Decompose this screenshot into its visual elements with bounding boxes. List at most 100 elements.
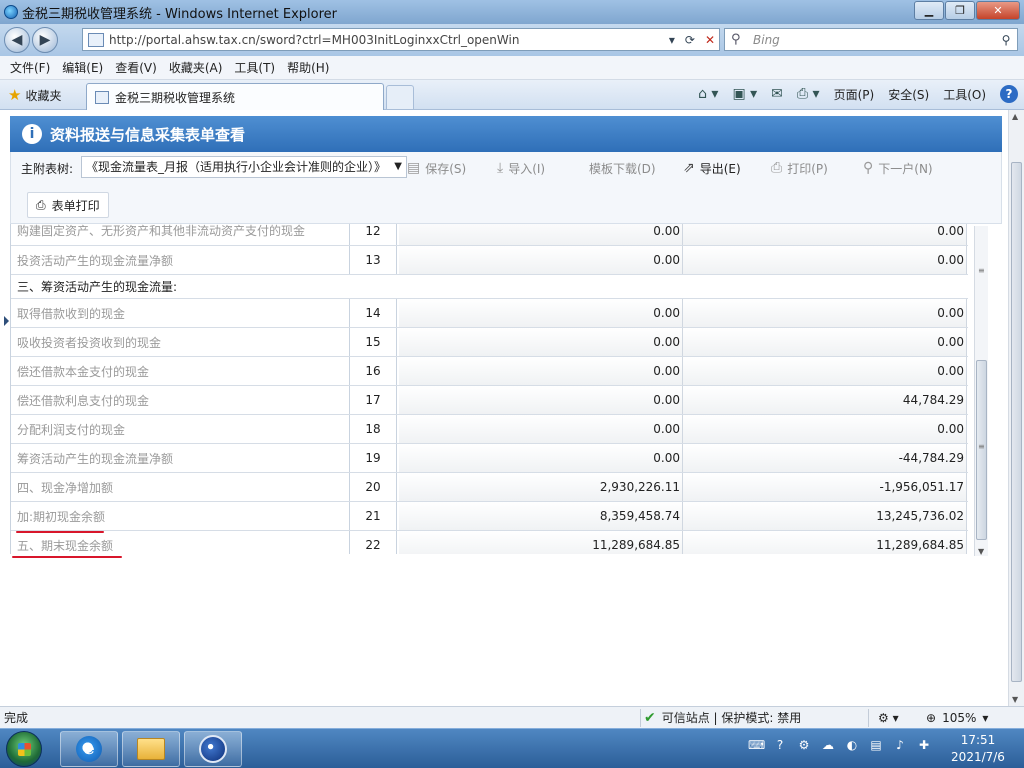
clock[interactable]: 17:51 2021/7/6 <box>944 732 1012 766</box>
row-value-current[interactable]: 8,359,458.74 <box>399 502 683 530</box>
table-row: 取得借款收到的现金 14 0.00 0.00 <box>11 299 968 328</box>
dropdown-icon[interactable]: ▾ <box>669 33 675 47</box>
clock-time: 17:51 <box>960 733 996 747</box>
gear-icon[interactable]: ⚙ <box>796 737 812 753</box>
search-input[interactable]: Bing <box>753 33 995 47</box>
trusted-sites-zone[interactable]: ✔ 可信站点 | 保护模式: 禁用 <box>644 709 801 726</box>
close-window-button[interactable]: ✕ <box>976 1 1020 20</box>
row-value-cumulative[interactable]: 0.00 <box>683 357 967 385</box>
menu-tools[interactable]: 工具(T) <box>230 59 283 76</box>
checkmark-icon: ✔ <box>644 709 656 726</box>
new-tab-button[interactable] <box>386 85 414 109</box>
row-value-cumulative[interactable]: 44,784.29 <box>683 386 967 414</box>
row-value-cumulative[interactable]: -44,784.29 <box>683 444 967 472</box>
row-name: 投资活动产生的现金流量净额 <box>17 253 174 268</box>
menu-edit[interactable]: 编辑(E) <box>58 59 111 76</box>
row-name: 购建固定资产、无形资产和其他非流动资产支付的现金 <box>17 224 306 238</box>
row-value-current[interactable]: 0.00 <box>399 224 683 245</box>
scroll-down-icon[interactable]: ▼ <box>978 547 984 556</box>
help-icon[interactable]: ? <box>772 737 788 753</box>
row-value-cumulative[interactable]: 0.00 <box>683 415 967 443</box>
add-icon[interactable]: ✚ <box>916 737 932 753</box>
taskbar-explorer-button[interactable] <box>122 731 180 767</box>
info-icon: i <box>22 124 42 144</box>
address-row: ◀ ▶ http://portal.ahsw.tax.cn/sword?ctrl… <box>0 24 1024 56</box>
cloud-icon[interactable]: ☁ <box>820 737 836 753</box>
taskbar-app-button[interactable] <box>184 731 242 767</box>
table-select[interactable]: 《现金流量表_月报（适用执行小企业会计准则的企业）》 ▼ <box>81 156 407 178</box>
search-icon[interactable]: ⚲ <box>995 33 1017 47</box>
save-button[interactable]: ▤ 保存(S) <box>407 156 466 180</box>
row-value-current[interactable]: 0.00 <box>399 246 683 274</box>
browser-tab[interactable]: 金税三期税收管理系统 <box>86 83 384 110</box>
help-icon[interactable]: ? <box>1000 85 1018 103</box>
favorites-label: 收藏夹 <box>25 88 62 103</box>
form-print-button[interactable]: ⎙ 表单打印 <box>27 192 109 218</box>
zoom-control[interactable]: ⊕ 105% ▾ <box>926 711 988 725</box>
export-button[interactable]: ⇗ 导出(E) <box>683 156 741 180</box>
scroll-grip-icon: ≡ <box>978 442 985 451</box>
refresh-icon[interactable]: ⟳ <box>685 33 695 47</box>
app-tray-icon[interactable]: ◐ <box>844 737 860 753</box>
row-value-current[interactable]: 0.00 <box>399 386 683 414</box>
row-value-current[interactable]: 0.00 <box>399 415 683 443</box>
status-divider <box>640 709 641 727</box>
menu-help[interactable]: 帮助(H) <box>283 59 337 76</box>
row-value-cumulative[interactable]: -1,956,051.17 <box>683 473 967 501</box>
row-value-current[interactable]: 2,930,226.11 <box>399 473 683 501</box>
start-button[interactable] <box>6 731 42 767</box>
search-box[interactable]: ⚲ Bing ⚲ <box>724 28 1018 51</box>
favorites-button[interactable]: ★ 收藏夹 <box>8 86 61 104</box>
chevron-down-icon[interactable]: ▾ <box>982 711 988 725</box>
row-name: 五、期末现金余额 <box>17 538 114 553</box>
status-bar: 完成 ✔ 可信站点 | 保护模式: 禁用 ⚙ ▾ ⊕ 105% ▾ <box>0 706 1024 728</box>
minimize-button[interactable]: ▁ <box>914 1 944 20</box>
address-bar[interactable]: http://portal.ahsw.tax.cn/sword?ctrl=MH0… <box>82 28 720 51</box>
popup-blocker-icon[interactable]: ⚙ ▾ <box>878 711 899 725</box>
row-value-current[interactable]: 11,289,684.85 <box>399 531 683 554</box>
row-value-cumulative[interactable]: 13,245,736.02 <box>683 502 967 530</box>
page-scrollbar[interactable]: ▲ ▼ <box>1008 110 1024 706</box>
row-value-cumulative[interactable]: 0.00 <box>683 246 967 274</box>
stop-icon[interactable]: ✕ <box>705 33 715 47</box>
row-value-cumulative[interactable]: 0.00 <box>683 328 967 356</box>
printer-icon[interactable]: ⎙ ▾ <box>797 86 820 102</box>
row-value-cumulative[interactable]: 0.00 <box>683 224 967 245</box>
table-row: 四、现金净增加额 20 2,930,226.11 -1,956,051.17 <box>11 473 968 502</box>
next-button[interactable]: ⚲ 下一户(N) <box>863 156 933 180</box>
row-value-current[interactable]: 0.00 <box>399 299 683 327</box>
table-scrollbar[interactable]: ≡ ≡ ▼ <box>974 226 988 556</box>
menu-view[interactable]: 查看(V) <box>111 59 165 76</box>
menu-safety[interactable]: 安全(S) <box>888 86 929 103</box>
address-url[interactable]: http://portal.ahsw.tax.cn/sword?ctrl=MH0… <box>109 33 669 47</box>
row-value-cumulative[interactable]: 11,289,684.85 <box>683 531 967 554</box>
taskbar-ie-button[interactable]: e <box>60 731 118 767</box>
menu-file[interactable]: 文件(F) <box>6 59 58 76</box>
row-value-current[interactable]: 0.00 <box>399 357 683 385</box>
status-text: 完成 <box>4 711 29 725</box>
menu-tools-cmd[interactable]: 工具(O) <box>943 86 986 103</box>
network-icon[interactable]: ▤ <box>868 737 884 753</box>
chevron-down-icon[interactable]: ▼ <box>394 157 402 177</box>
print-button[interactable]: ⎙ 打印(P) <box>771 156 828 180</box>
row-value-cumulative[interactable]: 0.00 <box>683 299 967 327</box>
maximize-button[interactable]: ❐ <box>945 1 975 20</box>
scroll-down-icon[interactable]: ▼ <box>1012 695 1018 704</box>
back-button[interactable]: ◀ <box>4 27 30 53</box>
feeds-icon[interactable]: ▣ ▾ <box>732 86 757 102</box>
mail-icon[interactable]: ✉ <box>771 86 783 102</box>
page-scroll-thumb[interactable] <box>1011 162 1022 682</box>
menu-favorites[interactable]: 收藏夹(A) <box>165 59 231 76</box>
menu-page[interactable]: 页面(P) <box>834 86 875 103</box>
volume-icon[interactable]: ♪ <box>892 737 908 753</box>
forward-button[interactable]: ▶ <box>32 27 58 53</box>
home-icon[interactable]: ⌂ ▾ <box>698 86 718 102</box>
template-download-button[interactable]: 模板下载(D) <box>589 156 656 180</box>
row-number: 14 <box>349 299 397 327</box>
row-value-current[interactable]: 0.00 <box>399 328 683 356</box>
row-value-current[interactable]: 0.00 <box>399 444 683 472</box>
scroll-up-icon[interactable]: ▲ <box>1012 112 1018 121</box>
keyboard-icon[interactable]: ⌨ <box>748 737 765 753</box>
import-button[interactable]: ⤓ 导入(I) <box>497 156 545 180</box>
collapse-arrow-icon[interactable] <box>4 316 9 326</box>
